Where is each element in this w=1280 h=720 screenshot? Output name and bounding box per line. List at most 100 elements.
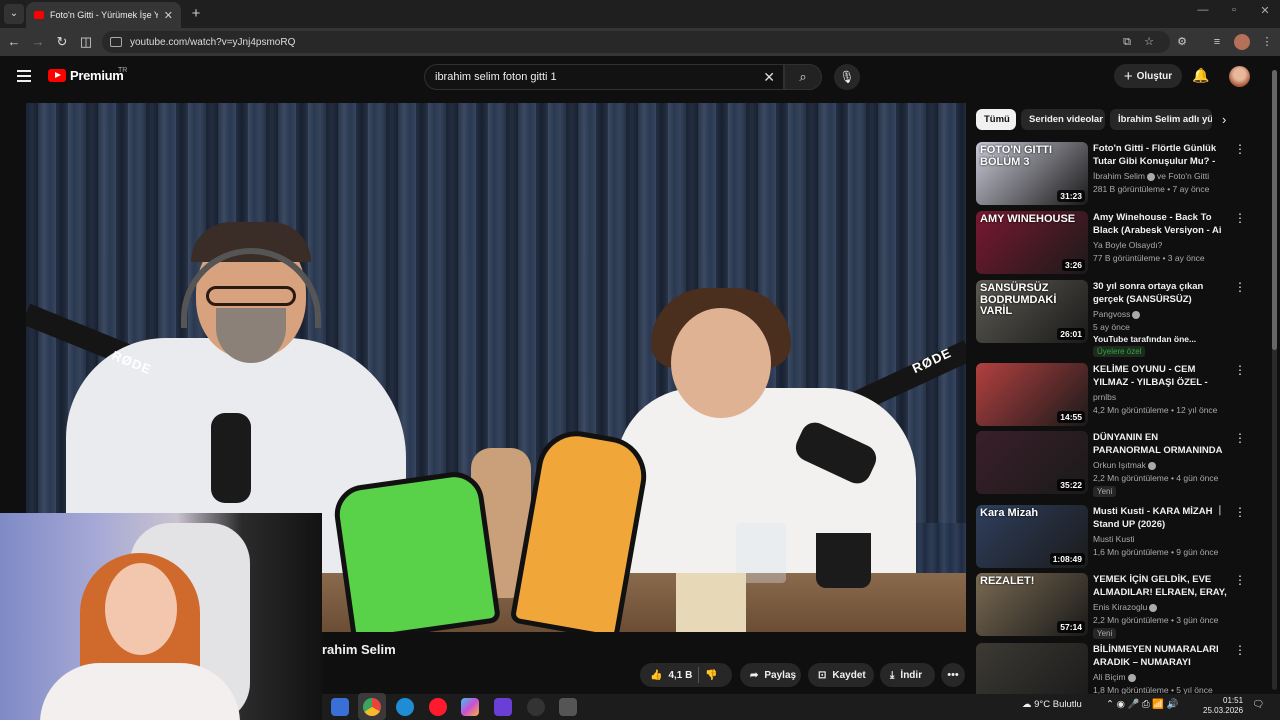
duration-badge: 31:23 — [1057, 190, 1085, 202]
download-button[interactable]: ⤓ İndir — [880, 663, 935, 687]
extensions-icon[interactable]: ⚙ — [1175, 35, 1189, 49]
channel-name[interactable]: Pangvoss — [1093, 309, 1142, 319]
search-query: ibrahim selim foton gitti 1 — [435, 71, 557, 83]
recommendation-title[interactable]: Amy Winehouse - Back To Black (Arabesk V… — [1093, 211, 1228, 237]
more-options-icon[interactable]: ⋮ — [1234, 142, 1246, 156]
more-options-icon[interactable]: ⋮ — [1234, 211, 1246, 225]
video-thumbnail[interactable]: 35:22 — [976, 431, 1088, 494]
create-button[interactable]: + Oluştur — [1114, 64, 1182, 88]
clear-search-icon[interactable]: ✕ — [763, 69, 775, 86]
clock[interactable]: 01:51 25.03.2026 — [1203, 696, 1243, 716]
recommendation-title[interactable]: Musti Kusti - KARA MİZAH ｜ Stand UP (202… — [1093, 505, 1228, 531]
close-window-icon[interactable]: ✕ — [1255, 4, 1275, 17]
more-options-icon[interactable]: ⋮ — [1234, 505, 1246, 519]
channel-name[interactable]: Ya Boyle Olsaydı? — [1093, 240, 1162, 250]
forward-icon[interactable]: → — [29, 33, 47, 51]
recommendation-title[interactable]: BİLİNMEYEN NUMARALARI ARADIK – NUMARAYI … — [1093, 643, 1228, 669]
tab-search-icon[interactable]: ⌄ — [4, 4, 24, 24]
notifications-bell-icon[interactable]: 🔔 — [1192, 67, 1209, 84]
duration-badge: 57:14 — [1057, 621, 1085, 633]
opera-icon[interactable] — [429, 698, 447, 716]
browser-menu-icon[interactable]: ⋮ — [1260, 35, 1274, 49]
copilot-icon[interactable] — [461, 698, 479, 716]
verified-check-icon — [1132, 310, 1141, 319]
like-icon[interactable]: 👍 — [650, 670, 662, 681]
more-actions-icon[interactable]: ••• — [941, 663, 965, 687]
obs-icon[interactable] — [527, 698, 545, 716]
media-controls-icon[interactable]: ≡ — [1210, 35, 1224, 49]
search-input[interactable]: ibrahim selim foton gitti 1 ✕ — [424, 64, 784, 90]
site-info-icon[interactable] — [110, 37, 122, 47]
new-tab-button[interactable]: + — [186, 4, 206, 24]
channel-name[interactable]: Musti Kusti — [1093, 534, 1135, 544]
video-thumbnail[interactable]: 14:55 — [976, 363, 1088, 426]
notification-center-icon[interactable]: 🗨 — [1252, 699, 1264, 710]
maximize-icon[interactable]: ▫ — [1224, 4, 1244, 16]
youtube-premium-logo[interactable]: Premium — [48, 68, 124, 83]
browser-profile-avatar[interactable] — [1234, 34, 1250, 50]
video-thumbnail[interactable]: FOTO'N GITTI BÖLÜM 3 31:23 — [976, 142, 1088, 205]
store-icon[interactable] — [331, 698, 349, 716]
recommendation-title[interactable]: 30 yıl sonra ortaya çıkan gerçek (SANSÜR… — [1093, 280, 1228, 306]
reload-icon[interactable]: ↻ — [53, 33, 71, 51]
channel-name[interactable]: Orkun Işıtmak — [1093, 460, 1158, 470]
channel-name[interactable]: Ali Biçim — [1093, 672, 1138, 682]
video-thumbnail[interactable]: SANSÜRSÜZ BODRUMDAKİ VARİL 26:01 — [976, 280, 1088, 343]
logo-text: Premium — [70, 68, 124, 83]
coffee-mug — [816, 533, 871, 588]
new-badge: Yeni — [1093, 486, 1117, 497]
chrome-icon[interactable] — [363, 698, 381, 716]
recommendation-title[interactable]: YEMEK İÇİN GELDİK, EVE ALMADILAR! ELRAEN… — [1093, 573, 1228, 599]
recommendation-item[interactable]: 14:55 KELİME OYUNU - CEM YILMAZ - YILBAŞI… — [976, 363, 1266, 427]
system-tray-icons[interactable]: ⌃ ◉ 🎤 ⎙ 📶 🔊 — [1106, 699, 1179, 710]
more-options-icon[interactable]: ⋮ — [1234, 431, 1246, 445]
channel-name[interactable]: İbrahim Selim ve Foto'n Gitti — [1093, 171, 1209, 181]
channel-name[interactable]: Enis Kirazoglu — [1093, 602, 1159, 612]
recommendation-item[interactable]: Kara Mizah 1:08:49 Musti Kusti - KARA MİZA… — [976, 505, 1266, 569]
recommendation-title[interactable]: DÜNYANIN EN PARANORMAL ORMANINDA 1 GECE! — [1093, 431, 1228, 457]
recommendation-item[interactable]: AMY WINEHOUSE 3:26 Amy Winehouse - Back To… — [976, 211, 1266, 275]
recommendation-title[interactable]: Foto'n Gitti - Flörtle Günlük Tutar Gibi… — [1093, 142, 1228, 168]
recommendation-item[interactable]: 35:22 DÜNYANIN EN PARANORMAL ORMANINDA 1 … — [976, 431, 1266, 497]
address-bar[interactable]: youtube.com/watch?v=yJnj4psmoRQ — [102, 31, 1170, 53]
youtube-favicon-icon — [34, 11, 44, 19]
scrollbar-thumb[interactable] — [1272, 70, 1277, 350]
video-thumbnail[interactable]: Kara Mizah 1:08:49 — [976, 505, 1088, 568]
cast-icon[interactable]: ⧉ — [1120, 35, 1134, 49]
more-options-icon[interactable]: ⋮ — [1234, 363, 1246, 377]
account-avatar[interactable] — [1229, 66, 1250, 87]
video-thumbnail[interactable]: REZALET! 57:14 — [976, 573, 1088, 636]
split-view-icon[interactable]: ◫ — [77, 33, 95, 51]
back-icon[interactable]: ← — [5, 33, 23, 51]
gift-box — [676, 573, 746, 632]
recommendation-item[interactable]: REZALET! 57:14 YEMEK İÇİN GELDİK, EVE ALMA… — [976, 573, 1266, 639]
tab-title: Foto'n Gitti - Yürümek İşe Yarar — [50, 10, 158, 20]
browser-tab[interactable]: Foto'n Gitti - Yürümek İşe Yarar ✕ — [26, 2, 181, 28]
settings-gear-icon[interactable] — [559, 698, 577, 716]
dislike-icon[interactable]: 👎 — [705, 670, 717, 681]
minimize-icon[interactable]: — — [1193, 4, 1213, 16]
more-options-icon[interactable]: ⋮ — [1234, 280, 1246, 294]
video-thumbnail[interactable]: AMY WINEHOUSE 3:26 — [976, 211, 1088, 274]
share-label: Paylaş — [764, 669, 797, 681]
chip-all[interactable]: Tümü — [976, 109, 1016, 130]
weather-widget[interactable]: ☁ 9°C Bulutlu — [1022, 699, 1082, 710]
voice-search-icon[interactable]: 🎙 — [834, 64, 860, 90]
menu-icon[interactable] — [17, 70, 31, 82]
chip-channel[interactable]: İbrahim Selim adlı yük — [1110, 109, 1212, 130]
channel-name[interactable]: prnlbs — [1093, 392, 1116, 402]
edge-icon[interactable] — [396, 698, 414, 716]
bookmark-star-icon[interactable]: ☆ — [1142, 35, 1156, 49]
more-options-icon[interactable]: ⋮ — [1234, 573, 1246, 587]
recommendation-title[interactable]: KELİME OYUNU - CEM YILMAZ - YILBAŞI ÖZEL… — [1093, 363, 1228, 389]
save-button[interactable]: ⊡ Kaydet — [808, 663, 874, 687]
more-options-icon[interactable]: ⋮ — [1234, 643, 1246, 657]
chip-series[interactable]: Seriden videolar — [1021, 109, 1105, 130]
app-icon[interactable] — [494, 698, 512, 716]
chevron-right-icon[interactable]: › — [1222, 112, 1226, 127]
share-button[interactable]: ➦ Paylaş — [740, 663, 801, 687]
close-tab-icon[interactable]: ✕ — [164, 9, 173, 22]
like-count[interactable]: 4,1 B — [668, 670, 692, 681]
recommendation-item[interactable]: FOTO'N GITTI BÖLÜM 3 31:23 Foto'n Gitti - … — [976, 142, 1266, 206]
search-button[interactable]: ⌕ — [784, 64, 822, 90]
